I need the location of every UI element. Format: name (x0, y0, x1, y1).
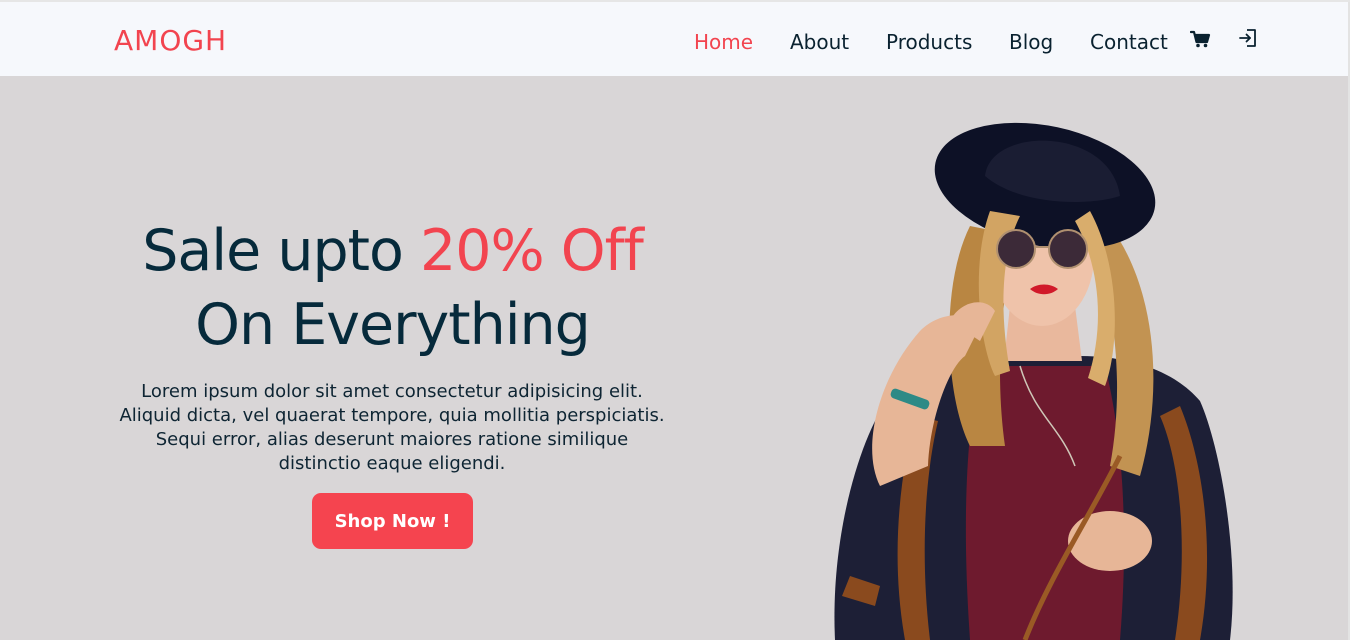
hero-section: Sale upto 20% Off On Everything Lorem ip… (0, 76, 1350, 640)
nav-link-products[interactable]: Products (886, 30, 972, 54)
nav-link-about[interactable]: About (790, 30, 849, 54)
hero-description: Lorem ipsum dolor sit amet consectetur a… (119, 381, 665, 474)
nav-link-home[interactable]: Home (694, 30, 753, 54)
headline-discount: 20% Off (419, 218, 644, 284)
nav-link-blog[interactable]: Blog (1009, 30, 1053, 54)
shop-now-button[interactable]: Shop Now ! (312, 493, 473, 549)
brand-logo[interactable]: AMOGH (114, 24, 227, 57)
nav-link-contact[interactable]: Contact (1090, 30, 1168, 54)
headline-text: Sale upto (142, 218, 420, 284)
headline-line2: On Everything (195, 292, 591, 358)
navbar: AMOGH Home About Products Blog Contact (0, 2, 1350, 76)
fashion-model-image (834, 122, 1233, 640)
cart-icon[interactable] (1189, 30, 1211, 53)
sign-in-icon[interactable] (1238, 28, 1258, 53)
hero-headline: Sale upto 20% Off On Everything (100, 214, 685, 362)
